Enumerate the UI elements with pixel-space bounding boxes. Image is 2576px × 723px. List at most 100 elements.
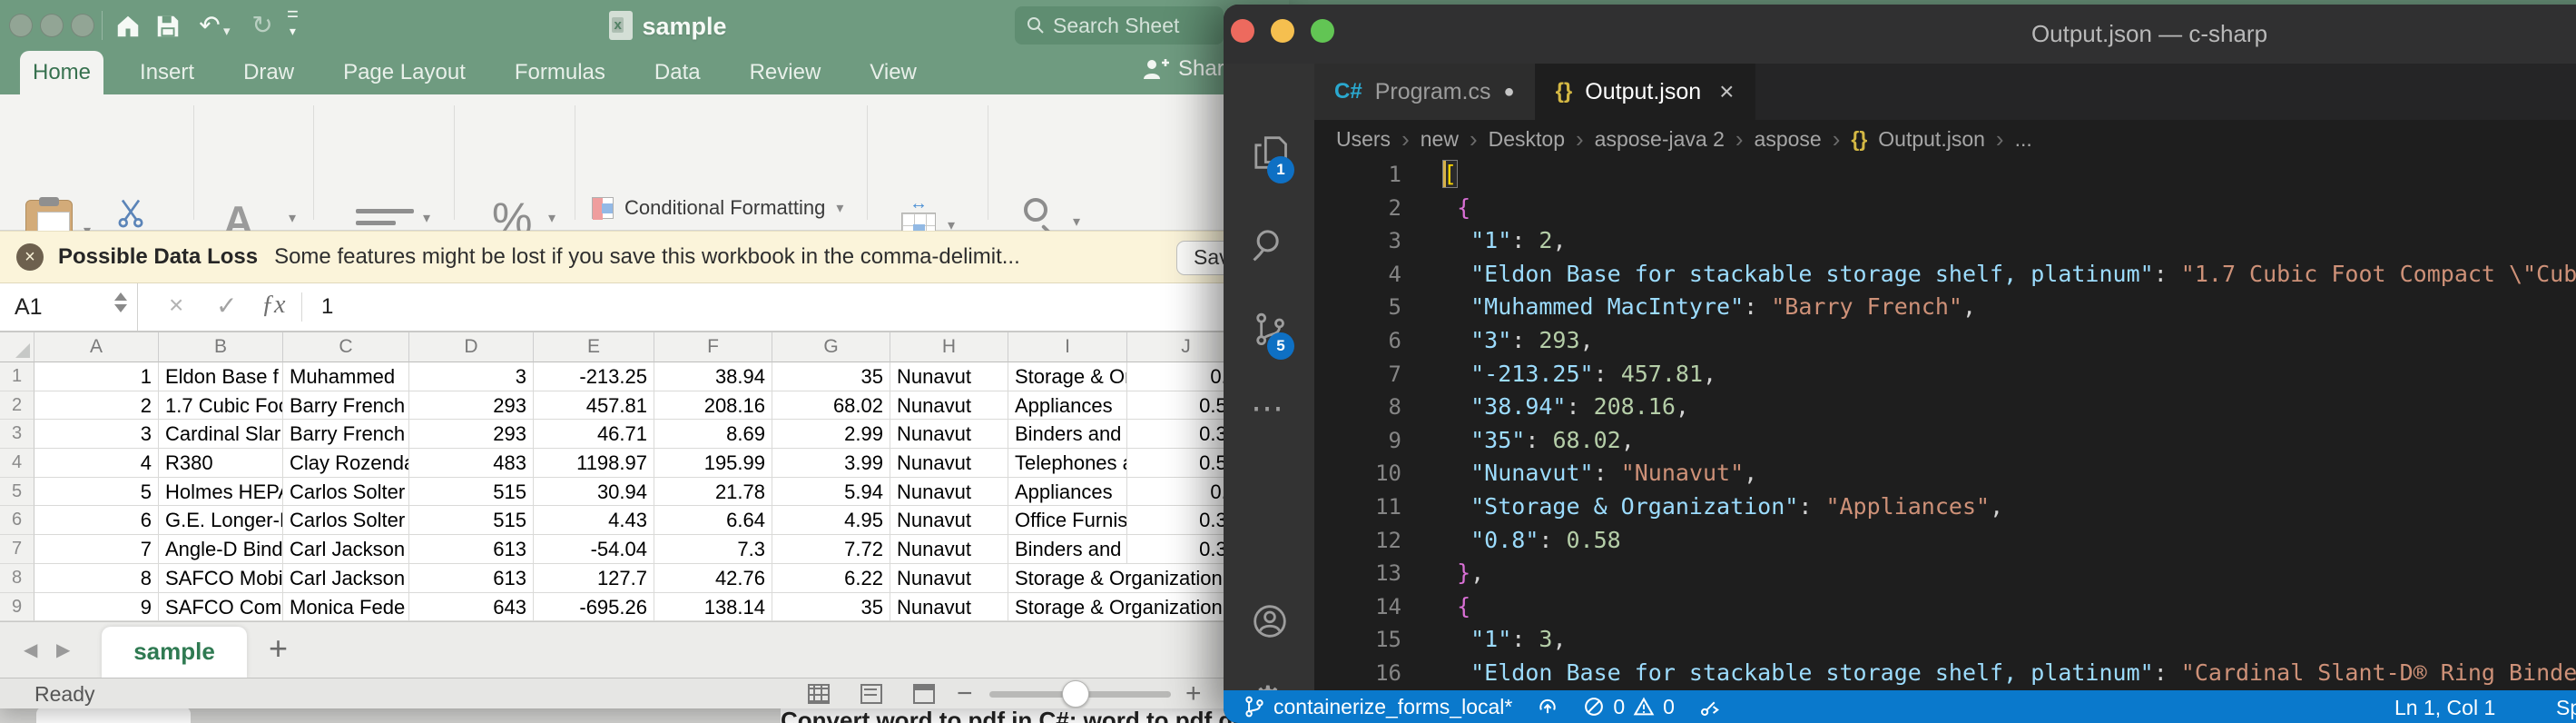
- cell-H3[interactable]: Nunavut: [890, 420, 1008, 449]
- sync-publish-icon[interactable]: [1536, 695, 1559, 718]
- cell-B5[interactable]: Holmes HEPA: [159, 478, 283, 507]
- cell-C8[interactable]: Carl Jackson: [283, 564, 409, 593]
- cell-F5[interactable]: 21.78: [654, 478, 772, 507]
- editor-line[interactable]: 3 "1": 2,: [1314, 224, 2576, 258]
- cell-G2[interactable]: 68.02: [772, 391, 890, 421]
- editor-line[interactable]: 12 "0.8": 0.58: [1314, 524, 2576, 558]
- cell-E8[interactable]: 127.7: [534, 564, 654, 593]
- cell-F1[interactable]: 38.94: [654, 362, 772, 391]
- cell-D6[interactable]: 515: [409, 506, 534, 535]
- cell-B2[interactable]: 1.7 Cubic Foo: [159, 391, 283, 421]
- cell-D1[interactable]: 3: [409, 362, 534, 391]
- home-icon[interactable]: [114, 13, 142, 40]
- save-icon[interactable]: [154, 13, 182, 40]
- cell-I5[interactable]: Appliances: [1008, 478, 1127, 507]
- cell-I3[interactable]: Binders and: [1008, 420, 1127, 449]
- ribbon-tab-draw[interactable]: Draw: [231, 51, 307, 94]
- cell-I2[interactable]: Appliances: [1008, 391, 1127, 421]
- search-icon[interactable]: [1251, 225, 1289, 265]
- cell-I7[interactable]: Binders and: [1008, 535, 1127, 564]
- editor-line[interactable]: 14 {: [1314, 590, 2576, 624]
- cell-F7[interactable]: 7.3: [654, 535, 772, 564]
- breadcrumb-item[interactable]: Desktop: [1489, 127, 1565, 152]
- cell-A3[interactable]: 3: [34, 420, 159, 449]
- cell-G7[interactable]: 7.72: [772, 535, 890, 564]
- cell-C4[interactable]: Clay Rozenda: [283, 449, 409, 478]
- undo-caret-icon[interactable]: ▾: [223, 18, 231, 45]
- row-header-4[interactable]: 4: [0, 449, 34, 478]
- cell-F3[interactable]: 8.69: [654, 420, 772, 449]
- search-sheet-box[interactable]: Search Sheet: [1015, 6, 1224, 45]
- cell-C7[interactable]: Carl Jackson: [283, 535, 409, 564]
- close-tab-icon[interactable]: ×: [1719, 77, 1734, 106]
- editor-line[interactable]: 9 "35": 68.02,: [1314, 424, 2576, 458]
- cell-D9[interactable]: 643: [409, 593, 534, 622]
- cell-E4[interactable]: 1198.97: [534, 449, 654, 478]
- sheet-tab-sample[interactable]: sample: [102, 627, 247, 678]
- cell-C5[interactable]: Carlos Solter: [283, 478, 409, 507]
- close-window-button[interactable]: [9, 14, 33, 37]
- indentation-indicator[interactable]: Spaces: 4: [2556, 696, 2576, 720]
- row-header-3[interactable]: 3: [0, 420, 34, 449]
- cell-D4[interactable]: 483: [409, 449, 534, 478]
- line-col-indicator[interactable]: Ln 1, Col 1: [2394, 696, 2495, 720]
- undo-icon[interactable]: ↶: [194, 12, 225, 39]
- cell-F6[interactable]: 6.64: [654, 506, 772, 535]
- column-header-C[interactable]: C: [283, 332, 409, 362]
- cell-I6[interactable]: Office Furnis: [1008, 506, 1127, 535]
- column-header-A[interactable]: A: [34, 332, 159, 362]
- next-sheet-icon[interactable]: ▶: [56, 639, 70, 661]
- cell-F4[interactable]: 195.99: [654, 449, 772, 478]
- ribbon-tab-data[interactable]: Data: [642, 51, 713, 94]
- cell-C9[interactable]: Monica Fede: [283, 593, 409, 622]
- cell-A4[interactable]: 4: [34, 449, 159, 478]
- row-header-2[interactable]: 2: [0, 391, 34, 421]
- editing-caret-icon[interactable]: ▾: [1073, 213, 1080, 231]
- row-header-1[interactable]: 1: [0, 362, 34, 391]
- cell-H2[interactable]: Nunavut: [890, 391, 1008, 421]
- cell-B9[interactable]: SAFCO Comr: [159, 593, 283, 622]
- column-header-I[interactable]: I: [1008, 332, 1127, 362]
- breadcrumb-item[interactable]: aspose: [1755, 127, 1822, 152]
- zoom-out-icon[interactable]: −: [957, 678, 973, 708]
- zoom-in-icon[interactable]: +: [1185, 678, 1202, 708]
- editor-line[interactable]: 16 "Eldon Base for stackable storage she…: [1314, 657, 2576, 690]
- more-actions-icon[interactable]: ⋯: [1251, 389, 1283, 427]
- breadcrumb-item[interactable]: Users: [1336, 127, 1391, 152]
- cell-H6[interactable]: Nunavut: [890, 506, 1008, 535]
- cell-A9[interactable]: 9: [34, 593, 159, 622]
- cell-H1[interactable]: Nunavut: [890, 362, 1008, 391]
- cell-H8[interactable]: Nunavut: [890, 564, 1008, 593]
- cell-H4[interactable]: Nunavut: [890, 449, 1008, 478]
- cell-H9[interactable]: Nunavut: [890, 593, 1008, 622]
- ribbon-tab-formulas[interactable]: Formulas: [502, 51, 618, 94]
- insert-function-icon[interactable]: ƒx: [261, 291, 285, 320]
- cell-H7[interactable]: Nunavut: [890, 535, 1008, 564]
- editor-line[interactable]: 8 "38.94": 208.16,: [1314, 391, 2576, 424]
- code-editor[interactable]: 1[2 {3 "1": 2,4 "Eldon Base for stackabl…: [1314, 158, 2576, 690]
- editor-line[interactable]: 11 "Storage & Organization": "Appliances…: [1314, 490, 2576, 524]
- editor-line[interactable]: 5 "Muhammed MacIntyre": "Barry French",: [1314, 291, 2576, 324]
- customize-toolbar-icon[interactable]: =▾: [287, 7, 299, 38]
- cell-G6[interactable]: 4.95: [772, 506, 890, 535]
- editor-line[interactable]: 6 "3": 293,: [1314, 324, 2576, 358]
- problems-indicator[interactable]: 0 0: [1583, 695, 1675, 719]
- breadcrumb-item[interactable]: new: [1421, 127, 1459, 152]
- prev-sheet-icon[interactable]: ◀: [24, 639, 37, 661]
- minimize-window-button[interactable]: [40, 14, 64, 37]
- alignment-caret-icon[interactable]: ▾: [423, 209, 430, 227]
- cell-A6[interactable]: 6: [34, 506, 159, 535]
- zoom-window-button[interactable]: [71, 14, 94, 37]
- cell-G8[interactable]: 6.22: [772, 564, 890, 593]
- cell-I1[interactable]: Storage & Or: [1008, 362, 1127, 391]
- cell-C1[interactable]: Muhammed: [283, 362, 409, 391]
- cell-G4[interactable]: 3.99: [772, 449, 890, 478]
- status-misc-icon[interactable]: [1698, 695, 1722, 718]
- cut-icon[interactable]: [114, 196, 147, 229]
- number-caret-icon[interactable]: ▾: [548, 209, 556, 227]
- column-header-B[interactable]: B: [159, 332, 283, 362]
- editor-line[interactable]: 7 "-213.25": 457.81,: [1314, 358, 2576, 391]
- cell-G5[interactable]: 5.94: [772, 478, 890, 507]
- cell-C3[interactable]: Barry French: [283, 420, 409, 449]
- normal-view-icon[interactable]: [808, 684, 830, 704]
